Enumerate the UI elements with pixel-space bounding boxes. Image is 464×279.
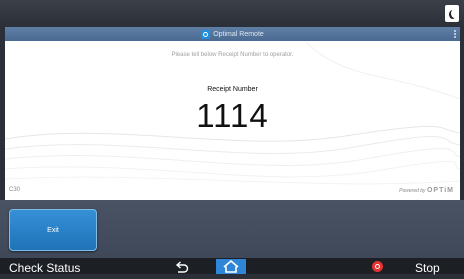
receipt-number-label: Receipt Number (207, 86, 258, 93)
exit-button[interactable]: Exit (9, 209, 97, 251)
receipt-number-value: 1114 (196, 97, 269, 134)
app-title: Optimal Remote (213, 30, 264, 38)
crescent-moon-icon (451, 9, 458, 18)
system-top-bar (0, 0, 464, 27)
back-arrow-icon[interactable] (172, 260, 192, 274)
device-id: C30 (9, 187, 21, 193)
app-title-bar: Optimal Remote (5, 27, 460, 41)
instruction-text: Please tell below Receipt Number to oper… (171, 52, 294, 58)
receipt-panel: Please tell below Receipt Number to oper… (5, 41, 460, 200)
home-icon (223, 259, 239, 273)
stop-button[interactable]: Stop (415, 261, 440, 275)
night-mode-button[interactable] (445, 5, 459, 22)
optim-brand: OPTiM (426, 187, 454, 194)
optimal-remote-app-icon (201, 29, 211, 39)
system-nav-bar: Check Status Stop (0, 258, 464, 275)
powered-by-text: Powered by (399, 188, 426, 194)
home-button[interactable] (216, 259, 246, 274)
action-panel: Exit (0, 200, 464, 258)
powered-by-logo: Powered by OPTiM (399, 187, 454, 194)
check-status-button[interactable]: Check Status (9, 261, 80, 275)
more-menu-icon[interactable] (454, 30, 456, 38)
stop-icon[interactable] (372, 261, 383, 272)
